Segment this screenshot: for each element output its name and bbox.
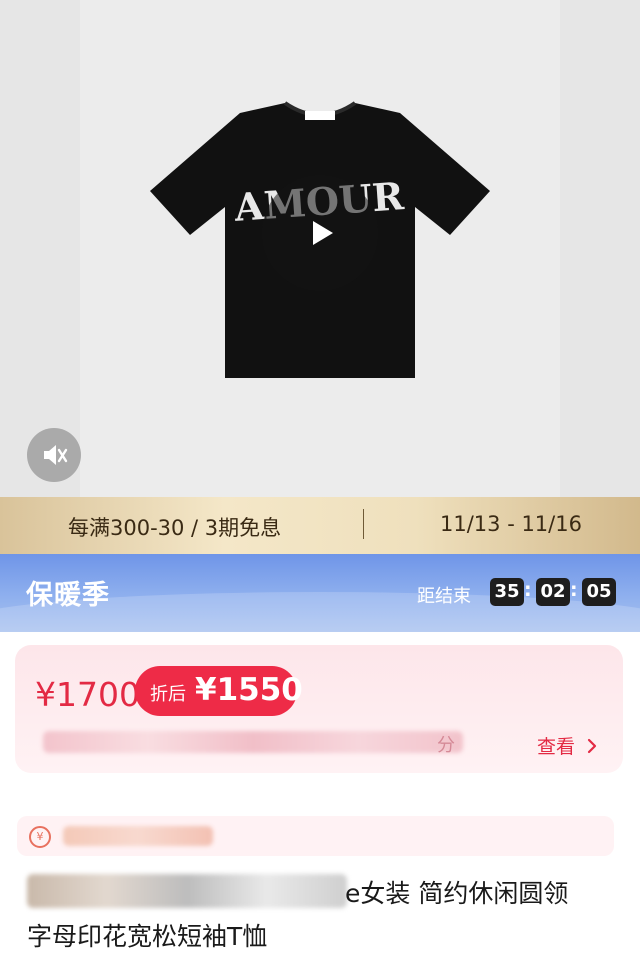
mute-button[interactable] <box>27 428 81 482</box>
blurred-notice-text <box>63 826 213 846</box>
season-title: 保暖季 <box>26 580 110 611</box>
countdown-seconds: 05 <box>582 578 616 606</box>
promo-divider <box>363 509 364 539</box>
countdown-separator: : <box>524 579 532 601</box>
discount-label: 折后 <box>150 684 186 705</box>
countdown-label: 距结束 <box>417 586 471 607</box>
original-price: ¥1700 <box>35 675 140 714</box>
promo-info-tail: 分 <box>437 735 455 756</box>
chevron-right-icon <box>587 738 597 754</box>
blurred-promo-info <box>43 731 463 753</box>
season-banner: 保暖季 距结束 35 : 02 : 05 <box>0 554 640 632</box>
product-title-line2: 字母印花宽松短袖T恤 <box>27 922 268 951</box>
product-title: e女装 简约休闲圆领 字母印花宽松短袖T恤 <box>27 872 617 958</box>
coupon-notice-bar[interactable]: ¥ <box>17 816 614 856</box>
play-icon <box>313 221 333 245</box>
countdown-hours: 35 <box>490 578 524 606</box>
price-card: ¥1700 折后 ¥1550 分 查看 <box>15 645 623 773</box>
view-details-link[interactable]: 查看 <box>537 732 599 759</box>
promo-dates: 11/13 - 11/16 <box>440 512 582 536</box>
product-media[interactable]: AMOUR <box>0 0 640 497</box>
discount-price: ¥1550 <box>195 672 303 708</box>
view-label: 查看 <box>537 736 576 758</box>
discount-price-badge: 折后 ¥1550 <box>135 666 303 716</box>
promo-banner[interactable]: 每满300-30 / 3期免息 11/13 - 11/16 <box>0 497 640 554</box>
promo-offer-text: 每满300-30 / 3期免息 <box>68 516 282 540</box>
coupon-icon: ¥ <box>29 826 51 848</box>
product-title-line1: e女装 简约休闲圆领 <box>345 879 569 908</box>
mute-icon <box>44 445 68 465</box>
countdown-separator: : <box>570 579 578 601</box>
countdown-minutes: 02 <box>536 578 570 606</box>
